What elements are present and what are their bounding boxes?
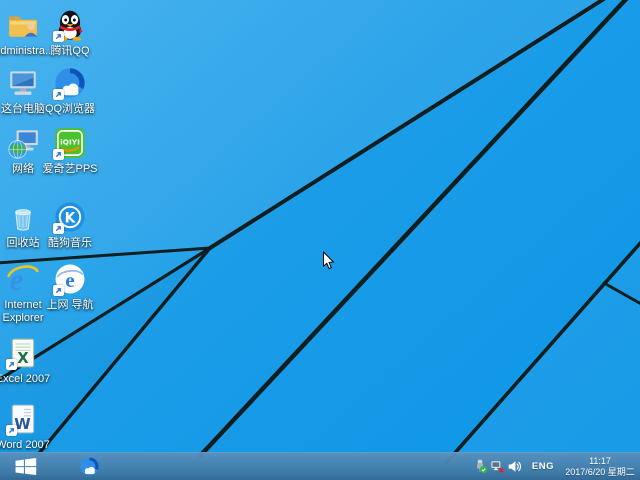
system-tray: ENG 11:17 2017/6/20 星期二: [473, 456, 640, 478]
desktop-icon-kugou-music[interactable]: K 酷狗音乐: [40, 200, 100, 250]
windows-logo-icon: [15, 458, 37, 475]
start-button[interactable]: [13, 457, 39, 477]
network-icon: [6, 126, 40, 160]
taskbar-pinned-apps: [77, 454, 102, 479]
shortcut-arrow-icon: [53, 149, 64, 160]
shortcut-arrow-icon: [6, 359, 17, 370]
shortcut-arrow-icon: [53, 31, 64, 42]
svg-text:X: X: [17, 349, 29, 367]
clock-date: 2017/6/20 星期二: [563, 467, 637, 478]
admin-folder-icon: [6, 8, 40, 42]
iqiyi-icon: iQIYI: [53, 126, 87, 160]
desktop-icon-excel-2007[interactable]: X Excel 2007: [0, 336, 53, 386]
kugou-icon: K: [53, 200, 87, 234]
qq-browser-icon: [53, 66, 87, 100]
shortcut-arrow-icon: [53, 223, 64, 234]
network-disconnected-icon[interactable]: [490, 459, 505, 474]
shortcut-arrow-icon: [53, 285, 64, 296]
svg-text:iQIYI: iQIYI: [60, 138, 80, 147]
volume-icon[interactable]: [507, 459, 522, 474]
shortcut-arrow-icon: [53, 89, 64, 100]
nav-e-icon: e: [53, 262, 87, 296]
desktop-icon-label: 上网 导航: [40, 299, 100, 312]
taskbar-clock[interactable]: 11:17 2017/6/20 星期二: [563, 456, 637, 478]
desktop-icon-label: 酷狗音乐: [40, 237, 100, 250]
desktop-icon-web-navigation[interactable]: e 上网 导航: [40, 262, 100, 312]
recycle-bin-icon: [6, 200, 40, 234]
svg-text:K: K: [65, 210, 77, 226]
clock-time: 11:17: [563, 456, 637, 467]
desktop-icon-label: 腾讯QQ: [40, 45, 100, 58]
desktop-icon-grid: Administra... 腾讯QQ 这台电脑: [0, 0, 640, 480]
desktop-icon-word-2007[interactable]: W Word 2007: [0, 402, 53, 452]
desktop-icon-label: QQ浏览器: [40, 103, 100, 116]
excel-icon: X: [6, 336, 40, 370]
desktop-screen[interactable]: Administra... 腾讯QQ 这台电脑: [0, 0, 640, 480]
desktop-icon-qq-browser[interactable]: QQ浏览器: [40, 66, 100, 116]
language-indicator[interactable]: ENG: [532, 461, 554, 472]
desktop-icon-label: 爱奇艺PPS: [40, 163, 100, 176]
ie-icon: e: [6, 262, 40, 296]
desktop-icon-tencent-qq[interactable]: 腾讯QQ: [40, 8, 100, 58]
taskbar-pinned-qq-browser[interactable]: [77, 454, 102, 479]
word-icon: W: [6, 402, 40, 436]
usb-safely-remove-icon[interactable]: [473, 459, 488, 474]
desktop-icon-label: Word 2007: [0, 439, 53, 452]
taskbar: ENG 11:17 2017/6/20 星期二: [0, 452, 640, 480]
shortcut-arrow-icon: [6, 425, 17, 436]
qq-penguin-icon: [53, 8, 87, 42]
this-pc-icon: [6, 66, 40, 100]
desktop-icon-label: Excel 2007: [0, 373, 53, 386]
desktop-icon-iqiyi-pps[interactable]: iQIYI 爱奇艺PPS: [40, 126, 100, 176]
